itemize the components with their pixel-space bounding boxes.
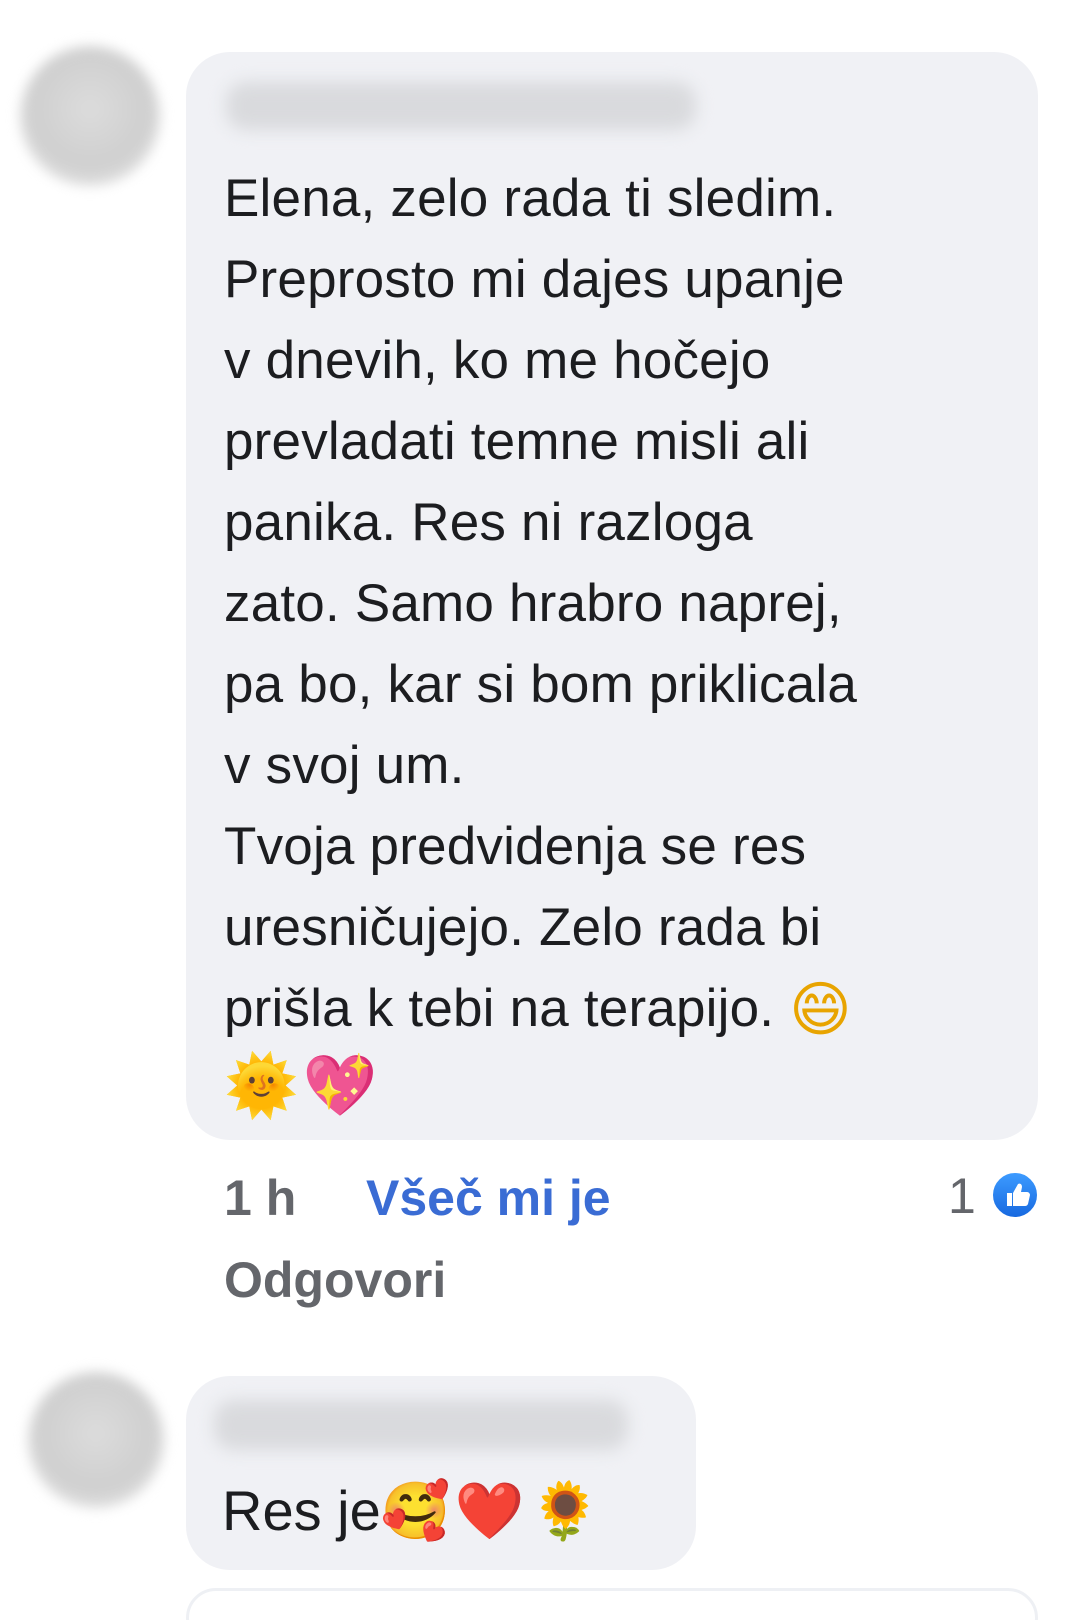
comment-body: Res je (222, 1479, 381, 1542)
comment-timestamp: 1 h (224, 1170, 297, 1226)
avatar[interactable] (28, 1372, 164, 1508)
comment-text: Elena, zelo rada ti sledim. Preprosto mi… (224, 158, 1014, 1051)
sun-face-emoji: 🌞 (224, 1051, 299, 1121)
author-name-redacted[interactable] (226, 82, 696, 130)
avatar[interactable] (20, 46, 160, 186)
next-comment-bubble (186, 1588, 1038, 1620)
like-button[interactable]: Všeč mi je (366, 1168, 611, 1228)
comment-body: Elena, zelo rada ti sledim. Preprosto mi… (224, 169, 858, 1038)
sunflower-emoji: 🌻 (530, 1479, 600, 1544)
sparkling-heart-emoji: 💖 (302, 1051, 378, 1121)
reaction-count[interactable]: 1 (948, 1166, 976, 1226)
red-heart-emoji: ❤️ (454, 1479, 525, 1544)
emoji-line: 🌞💖 (224, 1046, 377, 1126)
comment-text: Res je🥰❤️ 🌻 (222, 1476, 600, 1547)
author-name-redacted[interactable] (214, 1400, 628, 1450)
grinning-face-emoji: 😄 (789, 975, 852, 1045)
reply-button[interactable]: Odgovori (224, 1250, 446, 1310)
like-thumb-icon[interactable] (990, 1170, 1040, 1220)
smiling-face-with-hearts-emoji: 🥰 (380, 1479, 451, 1544)
comment-thread: Elena, zelo rada ti sledim. Preprosto mi… (0, 0, 1080, 1620)
